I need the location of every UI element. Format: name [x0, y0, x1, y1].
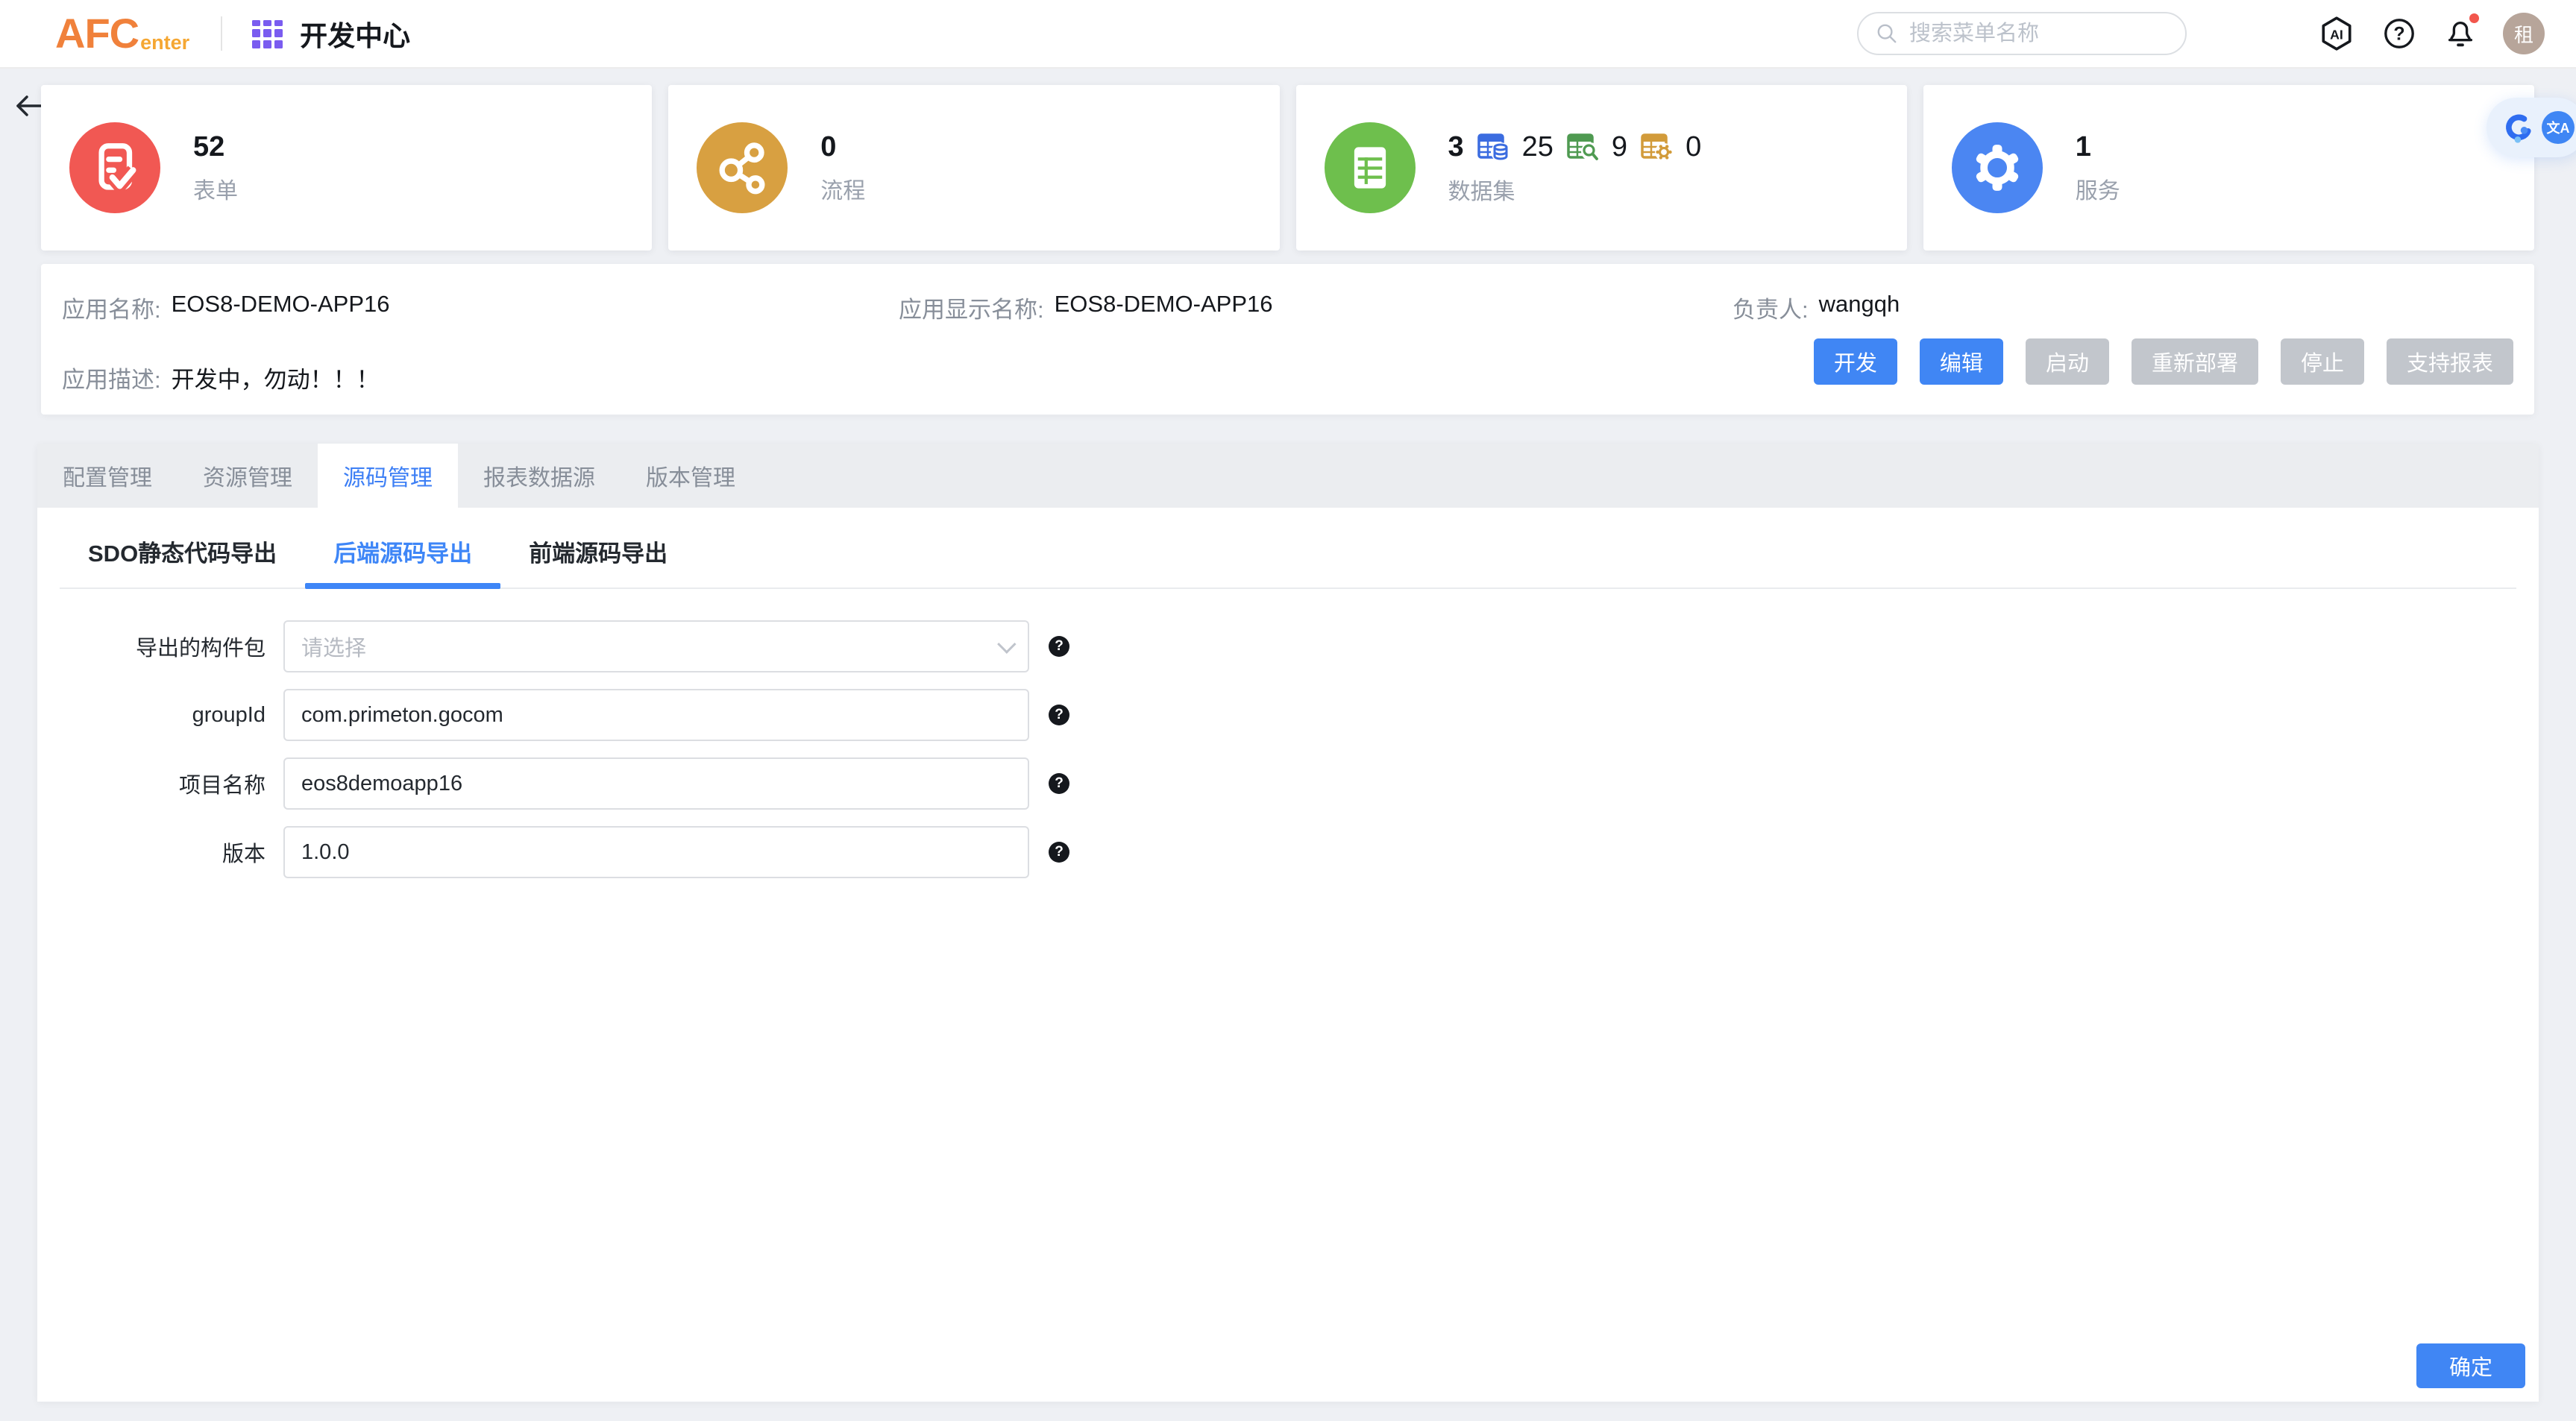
groupid-help-icon[interactable]: ?: [1049, 705, 1069, 725]
project-name-label: 项目名称: [37, 768, 266, 799]
start-button[interactable]: 启动: [2026, 338, 2109, 385]
app-logo: AFC enter: [55, 13, 189, 54]
groupid-row: groupId ?: [37, 689, 2539, 741]
stat-cards-row: 52 表单 0 流程: [41, 85, 2534, 251]
translate-icon[interactable]: 文A: [2542, 111, 2575, 144]
package-select-label: 导出的构件包: [37, 631, 266, 662]
svg-text:?: ?: [2393, 24, 2404, 45]
dataset-label: 数据集: [1448, 173, 1702, 206]
notification-badge: [2469, 13, 2479, 23]
flows-count: 0: [820, 131, 865, 163]
tab-source-management[interactable]: 源码管理: [318, 444, 458, 508]
project-name-input[interactable]: [301, 772, 1011, 796]
stat-card-flows: 0 流程: [668, 85, 1279, 251]
project-name-help-icon[interactable]: ?: [1049, 773, 1069, 794]
edit-button[interactable]: 编辑: [1920, 338, 2003, 385]
dataset-count-3: 9: [1612, 131, 1627, 163]
services-count: 1: [2076, 131, 2120, 163]
app-owner-value: wangqh: [1819, 291, 1900, 324]
search-icon: [1875, 22, 1899, 45]
export-form: 导出的构件包 请选择 ? groupId ? 项目名称 ? 版本: [37, 620, 2539, 878]
dataset-db-icon: [1476, 130, 1510, 164]
stat-card-forms: 52 表单: [41, 85, 652, 251]
logo-divider: [221, 16, 222, 51]
groupid-field-wrap: [283, 689, 1029, 741]
stop-button[interactable]: 停止: [2281, 338, 2364, 385]
chevron-down-icon: [997, 634, 1016, 653]
form-icon: [69, 122, 160, 213]
subtab-backend-export[interactable]: 后端源码导出: [305, 527, 500, 587]
groupid-label: groupId: [37, 703, 266, 728]
app-description-field: 应用描述: 开发中，勿动！！！: [62, 361, 380, 394]
floating-assistant-widget[interactable]: 文A: [2487, 98, 2576, 157]
dataset-count-main: 3: [1448, 131, 1464, 163]
flow-icon: [697, 122, 788, 213]
version-help-icon[interactable]: ?: [1049, 842, 1069, 863]
help-icon[interactable]: ?: [2382, 16, 2416, 51]
version-row: 版本 ?: [37, 826, 2539, 878]
package-help-icon[interactable]: ?: [1049, 636, 1069, 657]
app-owner-field: 负责人: wangqh: [1732, 291, 1900, 324]
app-info-panel: 应用名称: EOS8-DEMO-APP16 应用显示名称: EOS8-DEMO-…: [41, 264, 2534, 415]
redeploy-button[interactable]: 重新部署: [2132, 338, 2258, 385]
subtab-bar: SDO静态代码导出 后端源码导出 前端源码导出: [60, 508, 2516, 589]
main-panel: 配置管理 资源管理 源码管理 报表数据源 版本管理 SDO静态代码导出 后端源码…: [37, 444, 2539, 1402]
app-name-value: EOS8-DEMO-APP16: [172, 291, 390, 324]
app-display-name-value: EOS8-DEMO-APP16: [1055, 291, 1273, 324]
package-select-placeholder: 请选择: [301, 631, 998, 662]
page-title: 开发中心: [300, 13, 410, 54]
support-report-button[interactable]: 支持报表: [2387, 338, 2513, 385]
dataset-search-icon: [1565, 130, 1600, 164]
dataset-gear-icon: [1639, 130, 1674, 164]
app-action-buttons: 开发 编辑 启动 重新部署 停止 支持报表: [1814, 338, 2513, 385]
stat-card-services: 1 服务: [1923, 85, 2534, 251]
dev-center-grid-icon: [251, 16, 285, 51]
tab-version-management[interactable]: 版本管理: [621, 444, 761, 508]
dataset-counts-row: 3 25: [1448, 130, 1702, 164]
tab-report-datasource[interactable]: 报表数据源: [458, 444, 621, 508]
app-name-label: 应用名称:: [62, 291, 161, 324]
version-input[interactable]: [301, 840, 1011, 865]
service-gear-icon: [1952, 122, 2043, 213]
version-field-wrap: [283, 826, 1029, 878]
logo-text-main: AFC: [55, 13, 139, 54]
dataset-count-2: 25: [1522, 131, 1554, 163]
tab-resource-management[interactable]: 资源管理: [178, 444, 318, 508]
package-select[interactable]: 请选择: [283, 620, 1029, 672]
app-description-label: 应用描述:: [62, 361, 161, 394]
user-avatar[interactable]: 租: [2503, 13, 2545, 54]
tab-bar: 配置管理 资源管理 源码管理 报表数据源 版本管理: [37, 444, 2539, 508]
services-label: 服务: [2076, 172, 2120, 205]
flows-label: 流程: [820, 172, 865, 205]
assistant-logo-icon[interactable]: [2498, 110, 2533, 145]
app-owner-label: 负责人:: [1732, 291, 1809, 324]
groupid-input[interactable]: [301, 703, 1011, 728]
forms-label: 表单: [193, 172, 238, 205]
app-name-field: 应用名称: EOS8-DEMO-APP16: [62, 291, 390, 324]
dataset-count-4: 0: [1686, 131, 1701, 163]
app-display-name-field: 应用显示名称: EOS8-DEMO-APP16: [899, 291, 1273, 324]
logo-text-sub: enter: [140, 31, 189, 54]
ai-assistant-icon[interactable]: AI: [2318, 15, 2355, 52]
notifications-bell-icon[interactable]: [2443, 16, 2478, 51]
app-display-name-label: 应用显示名称:: [899, 291, 1044, 324]
subtab-sdo-static-export[interactable]: SDO静态代码导出: [60, 527, 305, 587]
search-input[interactable]: [1909, 22, 2190, 46]
project-name-row: 项目名称 ?: [37, 757, 2539, 810]
app-description-value: 开发中，勿动！！！: [172, 361, 380, 394]
tab-config-management[interactable]: 配置管理: [37, 444, 178, 508]
dataset-icon: [1325, 122, 1416, 213]
menu-search[interactable]: [1857, 12, 2187, 55]
project-name-field-wrap: [283, 757, 1029, 810]
stat-card-datasets: 3 25: [1296, 85, 1907, 251]
package-select-row: 导出的构件包 请选择 ?: [37, 620, 2539, 672]
subtab-frontend-export[interactable]: 前端源码导出: [500, 527, 696, 587]
svg-text:AI: AI: [2330, 27, 2343, 42]
forms-count: 52: [193, 131, 238, 163]
version-label: 版本: [37, 836, 266, 868]
develop-button[interactable]: 开发: [1814, 338, 1897, 385]
top-bar: AFC enter 开发中心 AI: [0, 0, 2576, 69]
confirm-button[interactable]: 确定: [2416, 1343, 2525, 1388]
